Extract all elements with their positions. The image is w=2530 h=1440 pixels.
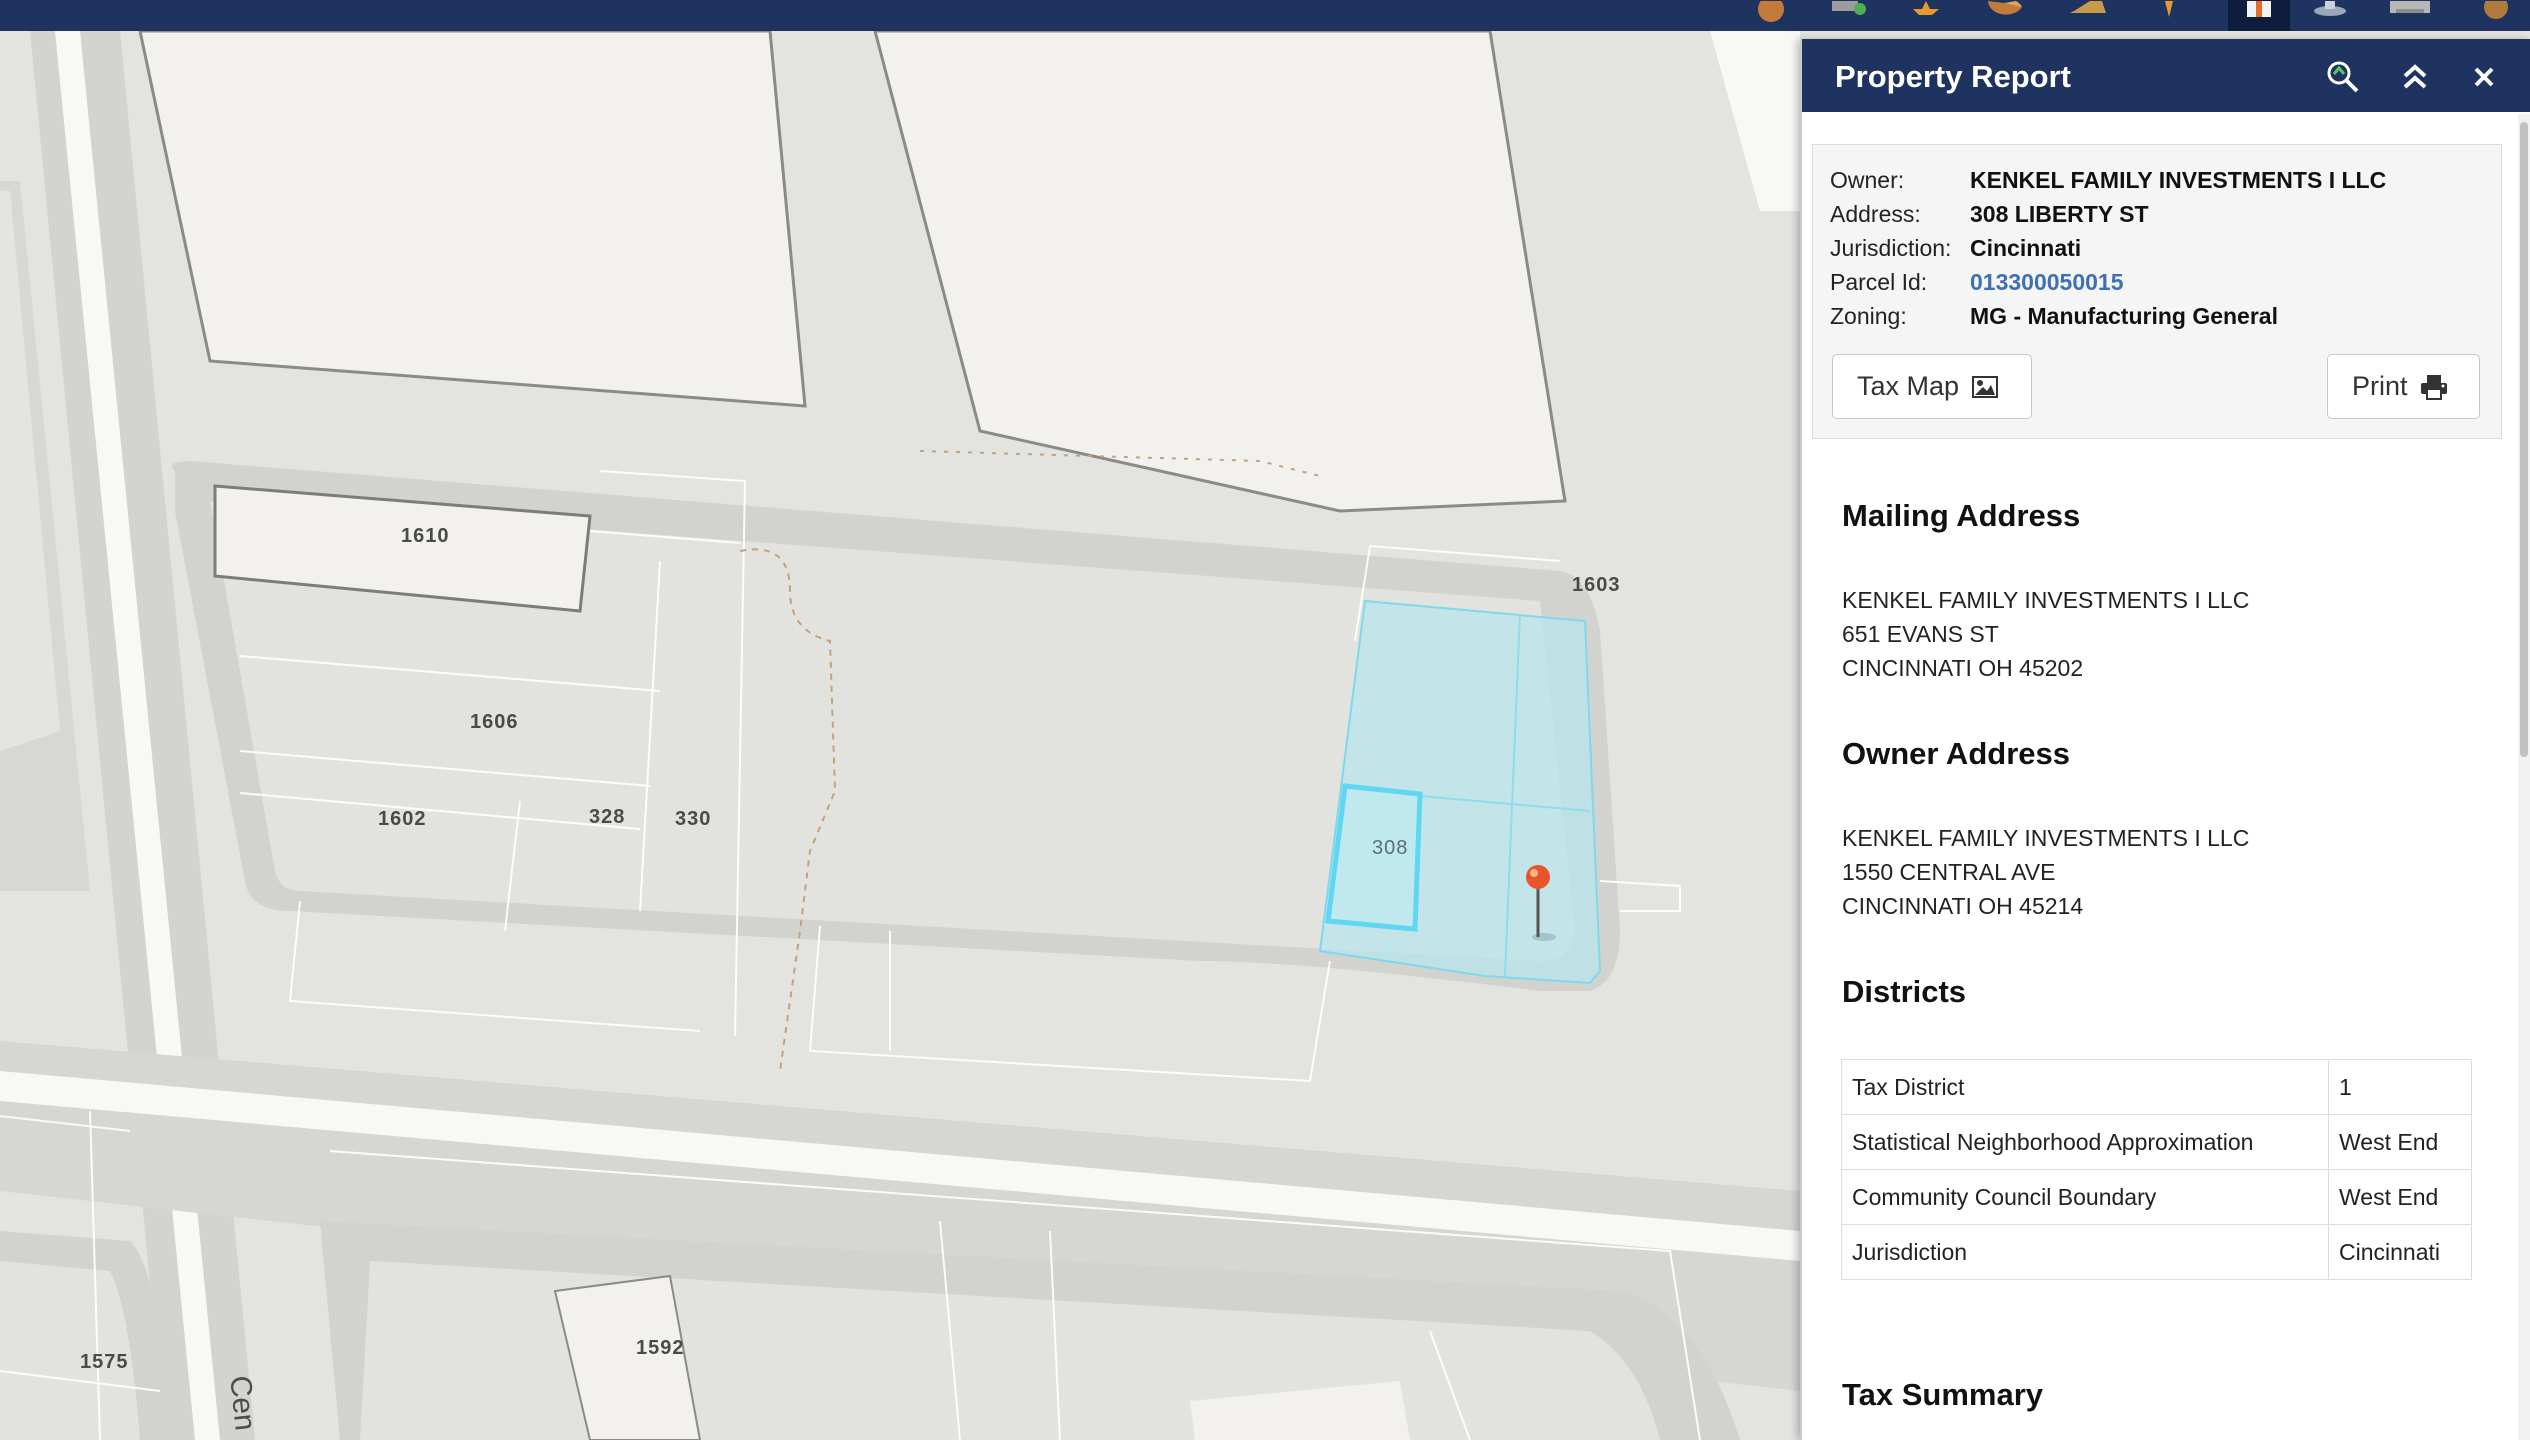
property-report-icon[interactable]	[2228, 0, 2290, 31]
parcel-label: 1602	[378, 808, 427, 830]
image-icon	[1972, 375, 1999, 398]
print-label: Print	[2352, 371, 2408, 401]
address-key: Address:	[1830, 201, 1921, 227]
double-chevron-up-icon	[2403, 64, 2427, 89]
table-row: Community Council Boundary West End	[1841, 1169, 2472, 1225]
mailing-address-heading: Mailing Address	[1842, 498, 2081, 533]
district-value: 1	[2328, 1059, 2472, 1115]
parcel-label: 328	[589, 806, 626, 828]
parcel-label: 1592	[636, 1337, 685, 1359]
address-value: 308 LIBERTY ST	[1970, 201, 2149, 227]
collapse-button[interactable]	[2395, 57, 2435, 97]
district-value: West End	[2328, 1169, 2472, 1225]
parcel-label: 1575	[80, 1351, 129, 1373]
tax-map-label: Tax Map	[1857, 371, 1960, 401]
close-icon	[2474, 67, 2494, 87]
parcel-id-link[interactable]: 013300050015	[1970, 269, 2124, 296]
street-label: Cen	[223, 1374, 262, 1433]
mailing-address-line: KENKEL FAMILY INVESTMENTS I LLC	[1842, 587, 2250, 613]
star-icon[interactable]	[1900, 0, 1952, 31]
selected-parcel-label: 308	[1372, 837, 1409, 859]
owner-address-line: CINCINNATI OH 45214	[1842, 893, 2084, 919]
top-toolbar	[0, 0, 2530, 31]
parcel-id-key: Parcel Id:	[1830, 269, 1928, 295]
table-row: Statistical Neighborhood Approximation W…	[1841, 1114, 2472, 1170]
info-icon[interactable]	[2470, 0, 2522, 31]
print-report-button[interactable]: Print	[2327, 354, 2480, 419]
district-name: Jurisdiction	[1841, 1224, 2329, 1280]
pie-chart-icon[interactable]	[1978, 0, 2030, 31]
district-value: West End	[2328, 1114, 2472, 1170]
tax-map-button[interactable]: Tax Map	[1832, 354, 2032, 419]
districts-heading: Districts	[1842, 974, 1967, 1009]
zoom-to-parcel-button[interactable]	[2323, 57, 2363, 97]
parcel-label: 1610	[401, 525, 450, 547]
locate-icon[interactable]	[2143, 0, 2195, 31]
search-zoom-icon	[2327, 61, 2359, 93]
parcel-label: 330	[675, 808, 712, 830]
zoning-key: Zoning:	[1830, 303, 1907, 329]
owner-address-line: KENKEL FAMILY INVESTMENTS I LLC	[1842, 825, 2250, 851]
print-icon[interactable]	[2384, 0, 2436, 31]
owner-value: KENKEL FAMILY INVESTMENTS I LLC	[1970, 167, 2387, 193]
tax-summary-heading: Tax Summary	[1842, 1377, 2044, 1412]
districts-table: Tax District 1 Statistical Neighborhood …	[1841, 1059, 2472, 1280]
panel-title: Property Report	[1835, 59, 2071, 94]
district-name: Tax District	[1841, 1059, 2329, 1115]
panel-header: Property Report	[1802, 39, 2530, 112]
scrollbar-thumb[interactable]	[2520, 122, 2528, 757]
parcel-label: 1603	[1572, 574, 1621, 596]
stamp-icon[interactable]	[2304, 0, 2356, 31]
owner-address-heading: Owner Address	[1842, 736, 2070, 771]
zoning-value: MG - Manufacturing General	[1970, 303, 2278, 329]
close-button[interactable]	[2464, 57, 2504, 97]
property-summary-card: Owner: KENKEL FAMILY INVESTMENTS I LLC A…	[1812, 144, 2502, 439]
add-layer-icon[interactable]	[1822, 0, 1874, 31]
jurisdiction-value: Cincinnati	[1970, 235, 2082, 261]
table-row: Tax District 1	[1841, 1059, 2472, 1115]
district-name: Community Council Boundary	[1841, 1169, 2329, 1225]
jurisdiction-key: Jurisdiction:	[1830, 235, 1952, 261]
panel-scrollbar[interactable]	[2518, 114, 2530, 1440]
parcel-label: 1606	[470, 711, 519, 733]
basemap	[0, 31, 1800, 1440]
measure-icon[interactable]	[2062, 0, 2114, 31]
owner-key: Owner:	[1830, 167, 1905, 193]
map-view[interactable]: 1610 1603 1606 1602 328 330 308 1575 159…	[0, 31, 1800, 1440]
mailing-address-line: 651 EVANS ST	[1842, 621, 1999, 647]
globe-icon[interactable]	[1745, 0, 1797, 31]
owner-address-line: 1550 CENTRAL AVE	[1842, 859, 2056, 885]
table-row: Jurisdiction Cincinnati	[1841, 1224, 2472, 1280]
district-value: Cincinnati	[2328, 1224, 2472, 1280]
panel-body[interactable]: Owner: KENKEL FAMILY INVESTMENTS I LLC A…	[1802, 112, 2514, 1440]
printer-icon	[2420, 374, 2447, 400]
property-report-panel: Property Report Owner: KENKEL FAMILY INV…	[1800, 39, 2530, 1440]
mailing-address-line: CINCINNATI OH 45202	[1842, 655, 2084, 681]
district-name: Statistical Neighborhood Approximation	[1841, 1114, 2329, 1170]
